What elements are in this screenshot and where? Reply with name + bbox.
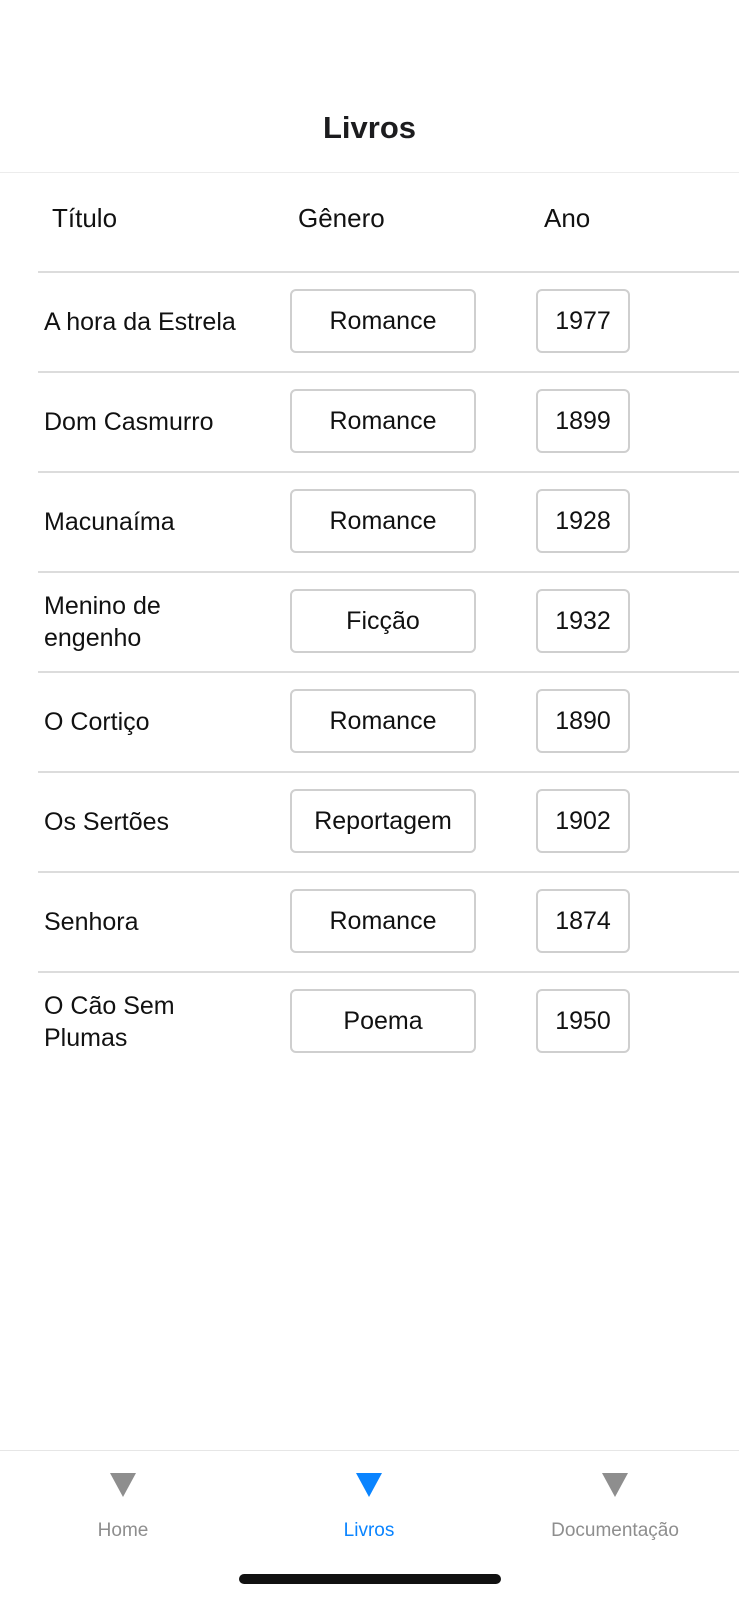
screen: Livros Título Gênero Ano A hora da Estre…: [0, 0, 739, 1600]
genre-field[interactable]: Reportagem: [290, 789, 476, 853]
triangle-down-icon: [356, 1473, 382, 1497]
table-row: A hora da Estrela Romance 1977: [38, 271, 739, 371]
home-indicator[interactable]: [239, 1574, 501, 1584]
triangle-down-icon: [110, 1473, 136, 1497]
column-header-genre: Gênero: [298, 203, 385, 233]
book-title: O Cortiço: [44, 708, 150, 736]
table-row: O Cão Sem Plumas Poema 1950: [38, 971, 739, 1071]
triangle-down-icon: [602, 1473, 628, 1497]
column-header-year: Ano: [544, 203, 591, 233]
year-field[interactable]: 1932: [536, 589, 630, 653]
column-header-title: Título: [52, 203, 118, 233]
book-title: O Cão Sem Plumas: [44, 992, 175, 1052]
tab-livros[interactable]: Livros: [246, 1451, 492, 1561]
table-header: Título Gênero Ano: [0, 173, 739, 272]
year-field[interactable]: 1977: [536, 289, 630, 353]
table-row: O Cortiço Romance 1890: [38, 671, 739, 771]
year-field[interactable]: 1950: [536, 989, 630, 1053]
tab-documentacao[interactable]: Documentação: [492, 1451, 738, 1561]
table-row: Menino de engenho Ficção 1932: [38, 571, 739, 671]
genre-field[interactable]: Romance: [290, 489, 476, 553]
year-field[interactable]: 1890: [536, 689, 630, 753]
navigation-header: Livros: [0, 0, 739, 173]
year-field[interactable]: 1899: [536, 389, 630, 453]
year-field[interactable]: 1874: [536, 889, 630, 953]
tab-label: Home: [97, 1520, 149, 1541]
book-title: Senhora: [44, 908, 139, 936]
genre-field[interactable]: Romance: [290, 889, 476, 953]
year-field[interactable]: 1902: [536, 789, 630, 853]
genre-field[interactable]: Poema: [290, 989, 476, 1053]
genre-field[interactable]: Romance: [290, 389, 476, 453]
book-title: A hora da Estrela: [44, 308, 236, 336]
genre-field[interactable]: Romance: [290, 289, 476, 353]
genre-field[interactable]: Romance: [290, 689, 476, 753]
book-title: Os Sertões: [44, 808, 170, 836]
book-title: Macunaíma: [44, 508, 175, 536]
genre-field[interactable]: Ficção: [290, 589, 476, 653]
book-title: Menino de engenho: [44, 592, 161, 652]
page-title: Livros: [322, 110, 417, 145]
tab-home[interactable]: Home: [0, 1451, 246, 1561]
table-row: Os Sertões Reportagem 1902: [38, 771, 739, 871]
year-field[interactable]: 1928: [536, 489, 630, 553]
tab-label: Livros: [343, 1520, 395, 1541]
tab-label: Documentação: [551, 1520, 679, 1541]
book-title: Dom Casmurro: [44, 408, 214, 436]
table-row: Dom Casmurro Romance 1899: [38, 371, 739, 471]
books-table: A hora da Estrela Romance 1977 Dom Casmu…: [38, 271, 739, 1071]
table-row: Macunaíma Romance 1928: [38, 471, 739, 571]
table-row: Senhora Romance 1874: [38, 871, 739, 971]
